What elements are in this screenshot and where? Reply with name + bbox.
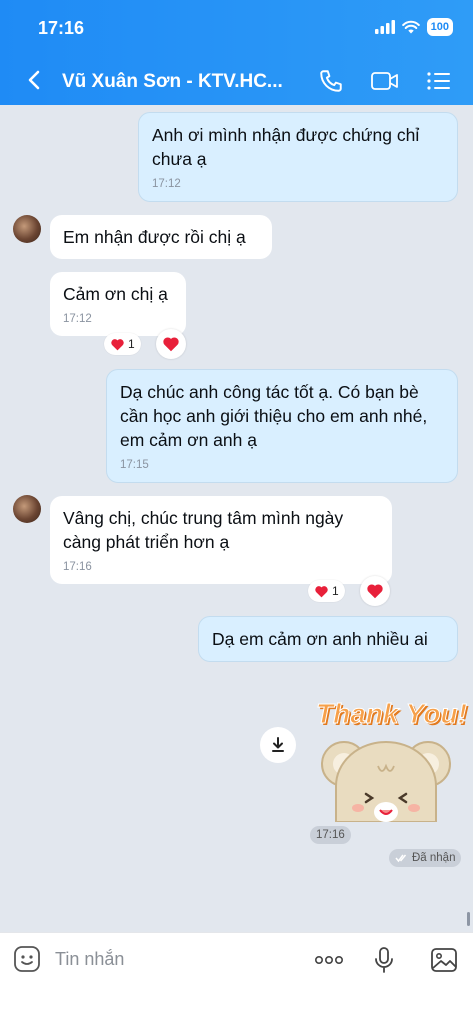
message-input[interactable] [55, 943, 285, 975]
message-time: 17:12 [152, 178, 181, 190]
heart-icon [163, 337, 179, 352]
nav-bar: Vũ Xuân Sơn - KTV.HC... [0, 60, 473, 102]
bear-sticker-icon [321, 741, 451, 822]
voice-button[interactable] [369, 945, 399, 975]
back-button[interactable] [22, 66, 48, 94]
video-call-button[interactable] [370, 66, 400, 96]
heart-icon [367, 584, 383, 599]
reaction-count: 1 [332, 584, 339, 598]
contact-avatar[interactable] [13, 495, 41, 523]
double-check-icon [395, 854, 407, 863]
battery-indicator: 100 [426, 18, 453, 36]
message-time: 17:15 [120, 459, 149, 471]
signal-icon [374, 20, 395, 34]
more-options-button[interactable] [314, 945, 344, 975]
message-text: Dạ chúc anh công tác tốt ạ. Có bạn bè cầ… [120, 382, 428, 450]
options-button[interactable] [424, 66, 454, 96]
scrollbar[interactable] [467, 912, 470, 926]
message-text: Vâng chị, chúc trung tâm mình ngày càng … [63, 508, 344, 552]
status-time: 17:16 [38, 18, 85, 38]
message-text: Em nhận được rồi chị ạ [63, 227, 246, 247]
message-time: 17:12 [63, 313, 92, 325]
sticker-caption: Thank You! [316, 698, 468, 730]
message-text: Dạ em cảm ơn anh nhiều ai [212, 629, 428, 649]
wifi-icon [401, 20, 420, 34]
message-bubble-received[interactable]: Cảm ơn chị ạ 17:12 [50, 272, 186, 336]
more-dots-icon [314, 955, 343, 965]
message-bubble-sent[interactable]: Anh ơi mình nhận được chứng chỉ chưa ạ 1… [138, 112, 458, 202]
back-chevron-icon [28, 70, 40, 90]
thank-you-sticker[interactable]: Thank You! [312, 698, 467, 822]
delivery-status-label: Đã nhận [412, 852, 456, 864]
phone-icon [320, 70, 342, 92]
image-icon [431, 948, 457, 972]
sticker-time: 17:16 [310, 826, 351, 844]
emoji-button[interactable] [13, 945, 41, 973]
message-input-bar [0, 932, 473, 1024]
reaction-count: 1 [128, 337, 135, 351]
video-camera-icon [371, 72, 398, 90]
delivery-status: Đã nhận [389, 849, 462, 867]
message-bubble-received[interactable]: Vâng chị, chúc trung tâm mình ngày càng … [50, 496, 392, 584]
menu-list-icon [427, 72, 450, 90]
chat-header: 17:16 100 Vũ Xuân Sơn - KTV.HC... [0, 0, 473, 105]
status-icons: 100 [374, 18, 453, 36]
call-button[interactable] [316, 66, 346, 96]
reaction-summary[interactable]: 1 [308, 580, 345, 602]
download-button[interactable] [260, 727, 296, 763]
react-button[interactable] [360, 576, 390, 606]
download-icon [272, 737, 284, 752]
react-button[interactable] [156, 329, 186, 359]
reaction-summary[interactable]: 1 [104, 333, 141, 355]
heart-icon [111, 338, 124, 350]
message-time: 17:16 [63, 561, 92, 573]
emoji-icon [14, 946, 40, 972]
microphone-icon [375, 947, 393, 973]
chat-title[interactable]: Vũ Xuân Sơn - KTV.HC... [62, 71, 302, 93]
contact-avatar[interactable] [13, 215, 41, 243]
gallery-button[interactable] [429, 945, 459, 975]
heart-icon [315, 585, 328, 597]
message-bubble-received[interactable]: Em nhận được rồi chị ạ [50, 215, 272, 259]
message-text: Anh ơi mình nhận được chứng chỉ chưa ạ [152, 125, 420, 169]
message-bubble-sent[interactable]: Dạ em cảm ơn anh nhiều ai [198, 616, 458, 662]
message-bubble-sent[interactable]: Dạ chúc anh công tác tốt ạ. Có bạn bè cầ… [106, 369, 458, 483]
message-text: Cảm ơn chị ạ [63, 284, 168, 304]
